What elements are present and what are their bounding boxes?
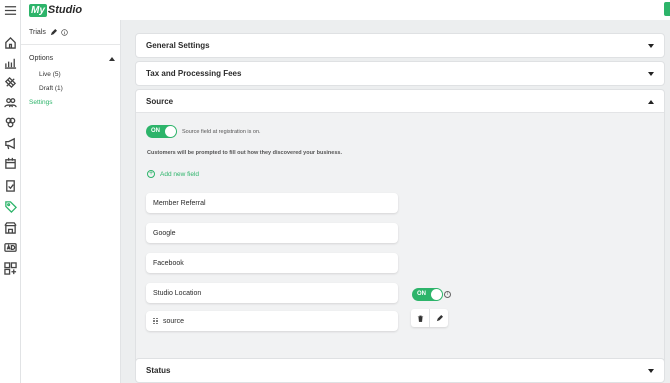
source-option-studio-location[interactable]: Studio Location (146, 283, 398, 303)
chevron-down-icon (648, 71, 654, 76)
logo-studio: Studio (47, 4, 83, 16)
app-logo[interactable]: My Studio (29, 2, 82, 18)
panel-title-source: Source (146, 97, 174, 106)
ad-icon[interactable] (3, 240, 17, 254)
top-right-tab[interactable] (664, 2, 670, 16)
toggle-label: ON (151, 127, 160, 134)
group-icon[interactable] (3, 115, 17, 129)
info-icon[interactable]: i (444, 291, 451, 298)
chevron-up-icon (109, 56, 115, 61)
edit-button[interactable] (429, 309, 448, 327)
sidebar-item-draft[interactable]: Draft (1) (39, 85, 63, 92)
status-panel[interactable]: Status (135, 358, 665, 383)
clipboard-icon[interactable] (3, 178, 17, 192)
calendar-icon[interactable] (3, 156, 17, 170)
chevron-down-icon (648, 43, 654, 48)
options-label: Options (29, 55, 54, 62)
toggle-note: Source field at registration is on. (182, 129, 261, 135)
home-icon[interactable] (3, 35, 17, 49)
source-panel: Source ON Source field at registration i… (135, 89, 665, 367)
source-field-toggle[interactable]: ON (146, 125, 177, 138)
panel-title-fees: Tax and Processing Fees (146, 69, 242, 78)
source-option-facebook[interactable]: Facebook (146, 253, 398, 273)
source-panel-body: ON Source field at registration is on. C… (136, 112, 664, 366)
menu-icon[interactable] (3, 3, 17, 17)
info-icon[interactable] (61, 28, 68, 36)
source-panel-header[interactable]: Source (136, 90, 664, 113)
custom-field-label: source (163, 317, 185, 325)
sidebar-title: Trials (29, 28, 46, 36)
panel-title-status: Status (146, 366, 171, 375)
toggle-label: ON (417, 290, 426, 297)
top-bar: My Studio (21, 0, 670, 20)
logo-my: My (29, 3, 47, 17)
toggle-knob (431, 289, 442, 300)
panel-title-general: General Settings (146, 41, 210, 50)
chevron-up-icon (648, 99, 654, 104)
sidebar-header: Trials (21, 20, 120, 45)
sidebar-item-live[interactable]: Live (5) (39, 71, 61, 78)
tag-icon[interactable] (3, 199, 17, 213)
secondary-sidebar: Trials Options Live (5) Draft (1) Settin… (21, 20, 121, 383)
chart-icon[interactable] (3, 55, 17, 69)
studio-location-toggle[interactable]: ON (412, 288, 443, 301)
pencil-icon (436, 314, 443, 321)
source-option-member-referral[interactable]: Member Referral (146, 193, 398, 213)
add-new-field-button[interactable]: + Add new field (147, 170, 199, 178)
ticket-icon[interactable] (3, 75, 17, 89)
prompt-note: Customers will be prompted to fill out h… (147, 150, 342, 156)
options-toggle[interactable]: Options (29, 55, 115, 62)
delete-button[interactable] (411, 309, 429, 327)
store-icon[interactable] (3, 220, 17, 234)
apps-icon[interactable] (3, 261, 17, 275)
pencil-icon[interactable] (50, 28, 57, 36)
sidebar-item-settings[interactable]: Settings (29, 99, 53, 106)
tax-fees-panel[interactable]: Tax and Processing Fees (135, 61, 665, 86)
chevron-down-icon (648, 368, 654, 373)
drag-handle-icon[interactable] (153, 317, 158, 325)
source-option-custom[interactable]: source (146, 311, 398, 331)
toggle-knob (165, 126, 176, 137)
megaphone-icon[interactable] (3, 136, 17, 150)
trash-icon (417, 315, 423, 322)
add-field-label: Add new field (160, 170, 200, 178)
field-actions (411, 309, 448, 327)
main-content: General Settings Tax and Processing Fees… (121, 20, 670, 383)
plus-circle-icon: + (147, 170, 155, 178)
users-icon[interactable] (3, 95, 17, 109)
general-settings-panel[interactable]: General Settings (135, 33, 665, 58)
source-option-google[interactable]: Google (146, 223, 398, 243)
icon-rail (0, 0, 21, 383)
